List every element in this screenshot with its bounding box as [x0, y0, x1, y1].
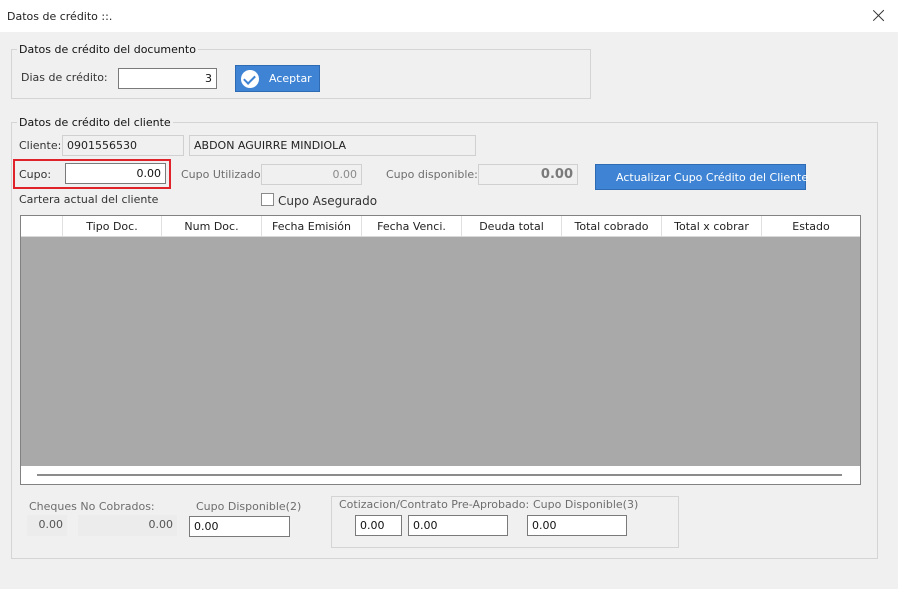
grid-header: Tipo Doc. Num Doc. Fecha Emisión Fecha V… [21, 216, 860, 237]
credit-days-label: Dias de crédito: [21, 71, 108, 84]
cupo-asegurado-checkbox[interactable] [261, 193, 274, 206]
cupo-disp2-field: 0.00 [189, 516, 290, 537]
grid-header-selector[interactable] [21, 216, 63, 236]
grid-header-fecha-venci[interactable]: Fecha Venci. [362, 216, 462, 236]
window-title: Datos de crédito ::. [7, 10, 113, 23]
grid-header-total-x-cobrar[interactable]: Total x cobrar [662, 216, 762, 236]
grid-header-fecha-emision[interactable]: Fecha Emisión [262, 216, 362, 236]
update-credit-button[interactable]: Actualizar Cupo Crédito del Cliente [595, 164, 809, 190]
cheques-value-field: 0.00 [78, 515, 177, 536]
close-icon[interactable] [869, 6, 889, 26]
cupo-available-field: 0.00 [478, 164, 578, 185]
grid-header-total-cobrado[interactable]: Total cobrado [562, 216, 662, 236]
grid-header-num-doc[interactable]: Num Doc. [162, 216, 262, 236]
document-credit-legend: Datos de crédito del documento [17, 43, 198, 56]
cupo-input[interactable]: 0.00 [65, 163, 166, 184]
accept-button-label: Aceptar [269, 72, 312, 85]
grid-header-tipo-doc[interactable]: Tipo Doc. [63, 216, 162, 236]
update-credit-button-label: Actualizar Cupo Crédito del Cliente [616, 170, 809, 184]
cupo-disp2-label: Cupo Disponible(2) [196, 500, 302, 513]
cupo-used-label: Cupo Utilizado: [181, 168, 265, 181]
grid-horizontal-scrollbar[interactable] [21, 466, 860, 484]
cartera-label: Cartera actual del cliente [19, 193, 159, 206]
cotizacion-value-field: 0.00 [408, 515, 508, 536]
cupo-disp3-field: 0.00 [527, 515, 627, 536]
client-id-field: 0901556530 [62, 135, 184, 156]
grid-header-estado[interactable]: Estado [762, 216, 860, 236]
credit-days-input[interactable]: 3 [118, 68, 217, 89]
check-circle-icon [241, 69, 259, 88]
cupo-available-label: Cupo disponible: [386, 168, 478, 181]
cheques-count-field: 0.00 [27, 515, 67, 536]
cupo-label: Cupo: [19, 168, 52, 181]
client-name-field: ABDON AGUIRRE MINDIOLA [189, 135, 476, 156]
cheques-label: Cheques No Cobrados: [29, 500, 155, 513]
cupo-used-field: 0.00 [261, 164, 362, 185]
client-credit-legend: Datos de crédito del cliente [17, 116, 173, 129]
cotizacion-label: Cotizacion/Contrato Pre-Aprobado: [337, 498, 532, 511]
accept-button[interactable]: Aceptar [235, 65, 320, 92]
cupo-asegurado-label: Cupo Asegurado [278, 194, 378, 208]
client-label: Cliente: [19, 139, 62, 152]
cartera-grid[interactable]: Tipo Doc. Num Doc. Fecha Emisión Fecha V… [20, 215, 861, 485]
cotizacion-count-field: 0.00 [355, 515, 402, 536]
title-bar [0, 0, 898, 32]
scrollbar-thumb[interactable] [37, 474, 842, 476]
grid-header-deuda-total[interactable]: Deuda total [462, 216, 562, 236]
cupo-disp3-label: Cupo Disponible(3) [533, 498, 639, 511]
